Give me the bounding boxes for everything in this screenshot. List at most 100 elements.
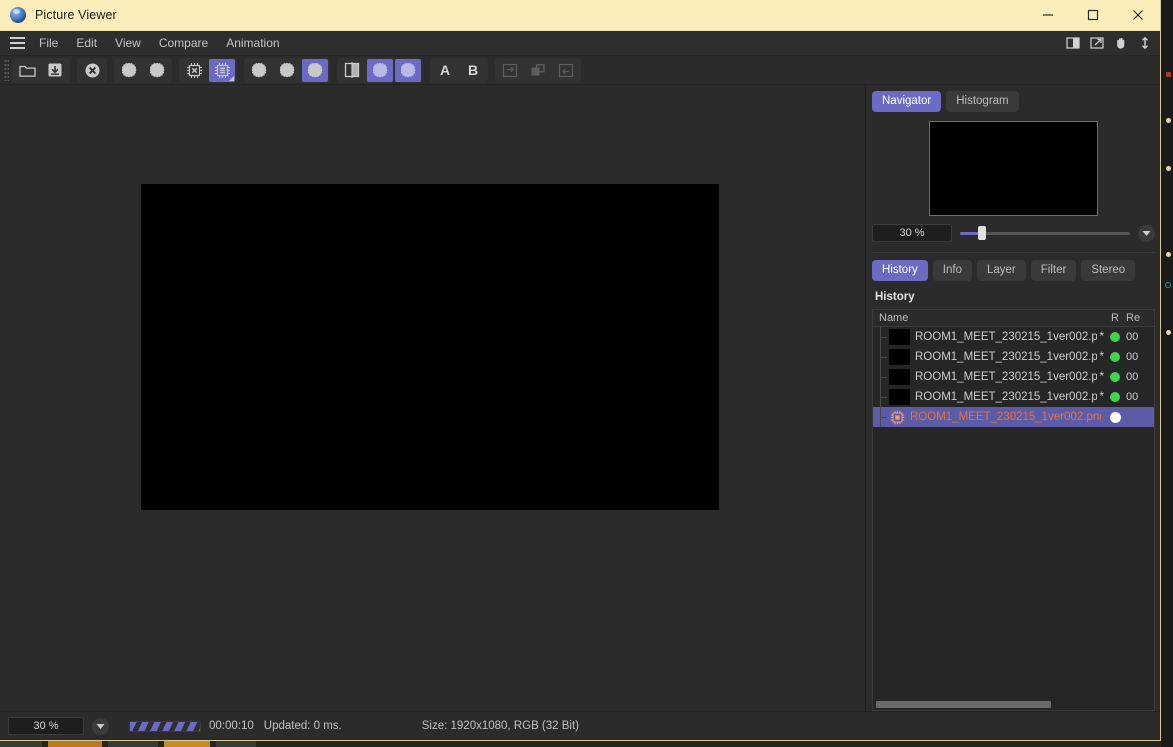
menu-item-animation[interactable]: Animation <box>217 31 288 56</box>
save-download-icon[interactable] <box>42 59 68 82</box>
swap-images-icon[interactable] <box>497 59 523 82</box>
toolbar-group-file <box>12 57 70 83</box>
slot-a-label: A <box>439 62 451 78</box>
gear-tool-3-icon[interactable] <box>246 59 272 82</box>
history-item-name: ROOM1_MEET_230215_1ver002.png <box>910 411 1101 423</box>
title-bar: Picture Viewer <box>0 0 1160 31</box>
status-badge <box>1104 352 1126 362</box>
menu-item-compare[interactable]: Compare <box>150 31 217 56</box>
menu-item-view[interactable]: View <box>106 31 150 56</box>
status-bar: 30 % 00:00:10 Updated: 0 ms. Size: 1920x… <box>0 711 1160 740</box>
navigator-thumbnail[interactable] <box>929 121 1098 216</box>
navigator-zoom-dropdown[interactable] <box>1138 224 1155 242</box>
image-thumbnail <box>889 349 910 365</box>
menu-item-edit[interactable]: Edit <box>67 31 106 56</box>
tab-histogram[interactable]: Histogram <box>946 91 1019 112</box>
menu-bar: File Edit View Compare Animation <box>0 31 1160 56</box>
navigator-zoom-value[interactable]: 30 % <box>872 224 952 242</box>
close-image-icon[interactable] <box>79 59 105 82</box>
table-row[interactable]: ROOM1_MEET_230215_1ver002.png * 00 <box>873 327 1154 347</box>
open-external-icon[interactable] <box>1089 35 1105 51</box>
history-horizontal-scrollbar[interactable] <box>873 698 1154 710</box>
window-title: Picture Viewer <box>35 8 117 22</box>
column-header-name[interactable]: Name <box>873 310 1104 326</box>
tab-stereo[interactable]: Stereo <box>1081 260 1136 281</box>
statusbar-zoom-value[interactable]: 30 % <box>8 717 84 735</box>
history-item-name: ROOM1_MEET_230215_1ver002.png <box>915 351 1097 363</box>
history-item-re: 00 <box>1126 391 1139 403</box>
tab-layer[interactable]: Layer <box>976 260 1026 281</box>
toolbar-group-compare <box>337 57 423 83</box>
statusbar-zoom-dropdown[interactable] <box>92 717 109 735</box>
table-row[interactable]: ROOM1_MEET_230215_1ver002.png <box>873 407 1154 427</box>
right-dock: Navigator Histogram 30 % History Info La… <box>865 85 1160 711</box>
status-badge <box>1104 372 1126 382</box>
history-item-name: ROOM1_MEET_230215_1ver002.png <box>915 371 1097 383</box>
close-button[interactable] <box>1115 0 1160 31</box>
column-header-re[interactable]: Re <box>1126 310 1154 326</box>
navigator-panel: 30 % <box>872 119 1155 250</box>
navigator-tab-row: Navigator Histogram <box>872 91 1155 112</box>
status-badge <box>1104 392 1126 402</box>
image-thumbnail <box>889 389 910 405</box>
navigator-zoom-slider[interactable] <box>960 225 1130 241</box>
table-row[interactable]: ROOM1_MEET_230215_1ver002.png * 00 <box>873 347 1154 367</box>
application-window: Picture Viewer File Edit View Compare An… <box>0 0 1161 741</box>
tree-connector <box>873 407 889 427</box>
picture-viewer-logo-icon <box>10 7 26 23</box>
maximize-button[interactable] <box>1070 0 1115 31</box>
settings-gear-1-icon[interactable] <box>116 59 142 82</box>
column-header-r[interactable]: R <box>1104 310 1126 326</box>
gear-tool-4-icon[interactable] <box>274 59 300 82</box>
table-row[interactable]: ROOM1_MEET_230215_1ver002.png * 00 <box>873 387 1154 407</box>
toolbar-group-tools <box>244 57 330 83</box>
chip-stop-icon[interactable] <box>181 59 207 82</box>
canvas-area[interactable] <box>0 85 865 711</box>
gear-tool-5-icon[interactable] <box>302 58 328 82</box>
compare-split-icon[interactable] <box>339 59 365 82</box>
tab-navigator[interactable]: Navigator <box>872 91 942 112</box>
minimize-button[interactable] <box>1025 0 1070 31</box>
history-item-name: ROOM1_MEET_230215_1ver002.png <box>915 331 1097 343</box>
overlay-images-icon[interactable] <box>525 59 551 82</box>
toolbar-group-chip <box>179 57 237 83</box>
slot-b-button[interactable]: B <box>460 59 486 82</box>
restore-image-icon[interactable] <box>553 59 579 82</box>
chip-list-icon[interactable] <box>209 58 235 82</box>
desktop-right-sliver <box>1161 0 1173 747</box>
toolbar-group-settings <box>114 57 172 83</box>
slot-a-button[interactable]: A <box>432 59 458 82</box>
history-item-re: 00 <box>1126 351 1139 363</box>
compare-gear-a-icon[interactable] <box>367 58 393 82</box>
tab-filter[interactable]: Filter <box>1030 260 1077 281</box>
image-size-info: Size: 1920x1080, RGB (32 Bit) <box>421 720 579 732</box>
split-view-icon[interactable] <box>1065 35 1081 51</box>
main-image-canvas[interactable] <box>141 184 719 510</box>
toolbar-grip[interactable] <box>4 59 9 81</box>
window-controls <box>1025 0 1160 31</box>
tab-info[interactable]: Info <box>932 260 972 281</box>
main-toolbar: A B <box>0 56 1160 85</box>
tree-connector <box>873 367 889 387</box>
dock-divider <box>872 252 1155 253</box>
table-row[interactable]: ROOM1_MEET_230215_1ver002.png * 00 <box>873 367 1154 387</box>
fit-vertical-icon[interactable] <box>1137 35 1153 51</box>
menu-item-file[interactable]: File <box>30 31 67 56</box>
history-panel: History Name R Re ROOM1_MEET_230215_1ver… <box>872 288 1155 711</box>
navigator-zoom-row: 30 % <box>872 224 1155 250</box>
compare-gear-b-icon[interactable] <box>395 58 421 82</box>
slider-knob[interactable] <box>978 226 986 240</box>
open-folder-icon[interactable] <box>14 59 40 82</box>
history-column-headers: Name R Re <box>873 310 1154 327</box>
history-item-name: ROOM1_MEET_230215_1ver002.png <box>915 391 1097 403</box>
history-panel-title: History <box>875 291 915 303</box>
history-item-re: 00 <box>1126 371 1139 383</box>
updated-time: Updated: 0 ms. <box>263 720 342 732</box>
hand-pan-icon[interactable] <box>1113 35 1129 51</box>
settings-gear-2-icon[interactable] <box>144 59 170 82</box>
menu-bar-right-icons <box>1065 35 1160 51</box>
tab-history[interactable]: History <box>872 260 928 281</box>
tree-connector <box>873 347 889 367</box>
hamburger-menu-icon[interactable] <box>4 31 30 56</box>
elapsed-time: 00:00:10 <box>209 720 254 732</box>
